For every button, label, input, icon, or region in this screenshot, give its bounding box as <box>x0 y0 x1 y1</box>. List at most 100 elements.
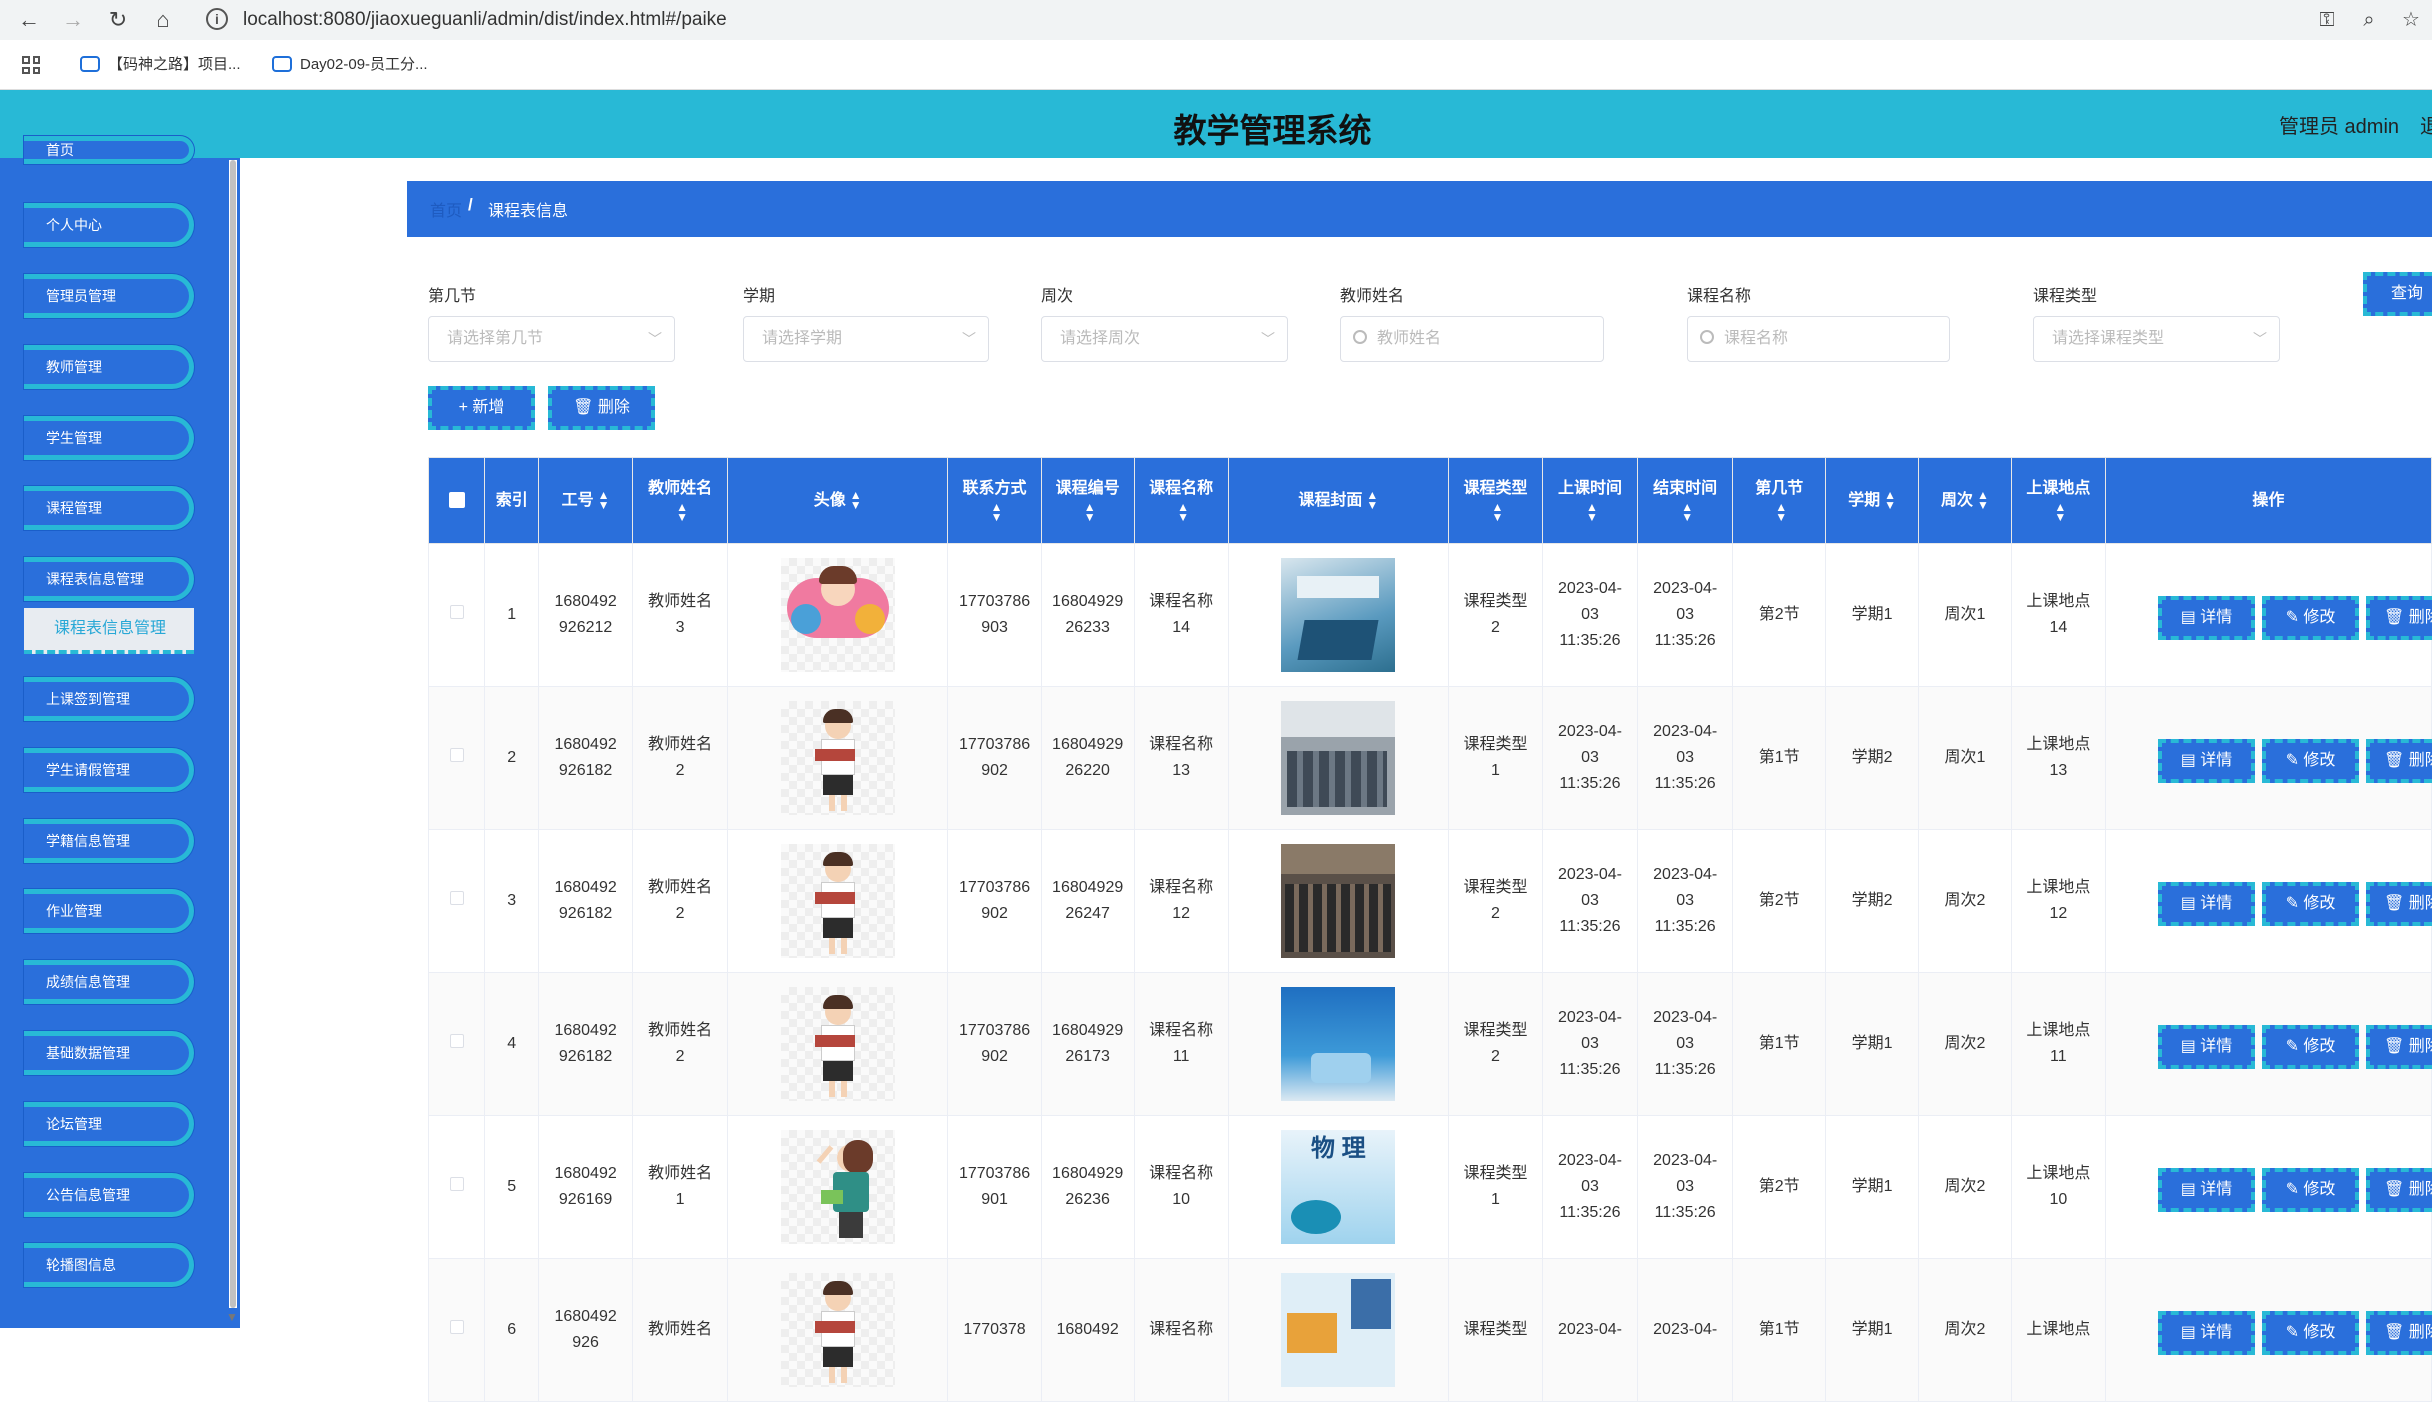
col-start[interactable]: 上课时间 ▲ ▼ <box>1541 457 1639 544</box>
info-icon[interactable]: i <box>206 8 228 30</box>
table-row[interactable]: 3 1680492926182 教师姓名2 17703786902 1680492926… <box>427 829 2432 973</box>
sidebar-item-forum[interactable]: 论坛管理 <box>24 1102 194 1146</box>
course-cover-image[interactable] <box>1281 701 1396 815</box>
sidebar-item-profile[interactable]: 个人中心 <box>24 203 194 247</box>
course-name-input[interactable]: 课程名称 <box>1687 316 1950 362</box>
avatar[interactable] <box>780 558 895 672</box>
course-type-select[interactable]: 请选择课程类型 ﹀ <box>2033 316 2280 362</box>
reload-icon[interactable]: ↻ <box>103 5 133 35</box>
url-text[interactable]: localhost:8080/jiaoxueguanli/admin/dist/… <box>243 6 727 34</box>
sidebar-item-signin[interactable]: 上课签到管理 <box>24 677 194 721</box>
sidebar-item-students[interactable]: 学生管理 <box>24 416 194 460</box>
avatar[interactable] <box>780 987 895 1101</box>
sort-icon[interactable]: ▲ ▼ <box>991 501 1003 523</box>
edit-button[interactable]: ✎ 修改 <box>2262 1025 2359 1069</box>
col-term[interactable]: 学期 ▲ ▼ <box>1825 457 1920 544</box>
row-delete-button[interactable]: 🗑 删除 <box>2366 739 2432 783</box>
detail-button[interactable]: ▤ 详情 <box>2158 739 2255 783</box>
row-checkbox[interactable] <box>449 1320 464 1334</box>
sidebar-item-schedule[interactable]: 课程表信息管理 <box>24 557 194 601</box>
query-button[interactable]: 查询 <box>2363 272 2432 316</box>
avatar[interactable] <box>780 701 895 815</box>
col-end[interactable]: 结束时间 ▲ ▼ <box>1637 457 1734 544</box>
avatar[interactable] <box>780 1273 895 1387</box>
sidebar-item-carousel[interactable]: 轮播图信息 <box>24 1243 194 1287</box>
sort-icon[interactable]: ▲ ▼ <box>1775 501 1787 523</box>
home-icon[interactable]: ⌂ <box>148 5 178 35</box>
sort-icon[interactable]: ▲ ▼ <box>1884 489 1896 511</box>
edit-button[interactable]: ✎ 修改 <box>2262 882 2359 926</box>
breadcrumb-home[interactable]: 首页 <box>430 197 462 221</box>
sort-icon[interactable]: ▲ ▼ <box>1681 501 1693 523</box>
add-button[interactable]: + 新增 <box>428 386 535 430</box>
sidebar-item-teachers[interactable]: 教师管理 <box>24 345 194 389</box>
sort-icon[interactable]: ▲ ▼ <box>850 489 862 511</box>
sort-icon[interactable]: ▲ ▼ <box>598 489 610 511</box>
col-jie[interactable]: 第几节 ▲ ▼ <box>1732 457 1827 544</box>
forward-icon[interactable]: → <box>58 5 88 35</box>
edit-button[interactable]: ✎ 修改 <box>2262 739 2359 783</box>
col-cover[interactable]: 课程封面 ▲ ▼ <box>1227 457 1450 544</box>
sort-icon[interactable]: ▲ ▼ <box>1492 501 1504 523</box>
delete-button[interactable]: 🗑 删除 <box>548 386 655 430</box>
key-icon[interactable]: ⚿ <box>2312 5 2342 35</box>
row-checkbox[interactable] <box>449 605 464 619</box>
table-row[interactable]: 1 1680492926212 教师姓名3 17703786903 1680492926… <box>427 543 2432 687</box>
sidebar-item-basedata[interactable]: 基础数据管理 <box>24 1031 194 1075</box>
sidebar-item-grades[interactable]: 成绩信息管理 <box>24 960 194 1004</box>
bookmark-1[interactable]: 【码神之路】项目... <box>80 52 241 78</box>
col-phone[interactable]: 联系方式 ▲ ▼ <box>947 457 1042 544</box>
detail-button[interactable]: ▤ 详情 <box>2158 1311 2255 1355</box>
sidebar-item-enrollment[interactable]: 学籍信息管理 <box>24 819 194 863</box>
col-code[interactable]: 课程编号 ▲ ▼ <box>1040 457 1135 544</box>
avatar[interactable] <box>780 1130 895 1244</box>
term-select[interactable]: 请选择学期 ﹀ <box>743 316 989 362</box>
col-place[interactable]: 上课地点 ▲ ▼ <box>2010 457 2106 544</box>
detail-button[interactable]: ▤ 详情 <box>2158 1025 2255 1069</box>
course-cover-image[interactable]: 物 理 <box>1281 1130 1396 1244</box>
scroll-down-icon[interactable]: ▼ <box>226 1310 238 1324</box>
table-row[interactable]: 6 1680492926 教师姓名 1770378 1680492 课程名称 课程类型 202… <box>427 1258 2432 1402</box>
row-checkbox[interactable] <box>449 1034 464 1048</box>
detail-button[interactable]: ▤ 详情 <box>2158 1168 2255 1212</box>
row-checkbox[interactable] <box>449 748 464 762</box>
course-cover-image[interactable] <box>1281 558 1396 672</box>
course-cover-image[interactable] <box>1281 1273 1396 1387</box>
back-icon[interactable]: ← <box>14 5 44 35</box>
sidebar-item-admins[interactable]: 管理员管理 <box>24 274 194 318</box>
row-delete-button[interactable]: 🗑 删除 <box>2366 1025 2432 1069</box>
edit-button[interactable]: ✎ 修改 <box>2262 1168 2359 1212</box>
section-select[interactable]: 请选择第几节 ﹀ <box>428 316 675 362</box>
course-cover-image[interactable] <box>1281 987 1396 1101</box>
col-name[interactable]: 课程名称 ▲ ▼ <box>1133 457 1229 544</box>
col-type[interactable]: 课程类型 ▲ ▼ <box>1448 457 1543 544</box>
sort-icon[interactable]: ▲ ▼ <box>676 501 688 523</box>
apps-icon[interactable] <box>22 56 40 74</box>
col-teacher[interactable]: 教师姓名 ▲ ▼ <box>632 457 728 544</box>
row-checkbox[interactable] <box>449 1177 464 1191</box>
sort-icon[interactable]: ▲ ▼ <box>1177 501 1189 523</box>
zoom-icon[interactable]: ⌕ <box>2354 5 2384 35</box>
sidebar-item-courses[interactable]: 课程管理 <box>24 486 194 530</box>
teacher-name-input[interactable]: 教师姓名 <box>1340 316 1604 362</box>
sort-icon[interactable]: ▲ ▼ <box>1084 501 1096 523</box>
row-delete-button[interactable]: 🗑 删除 <box>2366 596 2432 640</box>
sidebar-item-home[interactable]: 首页 <box>24 136 194 164</box>
table-row[interactable]: 5 1680492926169 教师姓名1 17703786901 1680492926… <box>427 1115 2432 1259</box>
table-row[interactable]: 2 1680492926182 教师姓名2 17703786902 1680492926… <box>427 686 2432 830</box>
table-row[interactable]: 4 1680492926182 教师姓名2 17703786902 1680492926… <box>427 972 2432 1116</box>
row-delete-button[interactable]: 🗑 删除 <box>2366 882 2432 926</box>
sidebar-item-leave[interactable]: 学生请假管理 <box>24 748 194 792</box>
bookmark-2[interactable]: Day02-09-员工分... <box>272 52 428 78</box>
edit-button[interactable]: ✎ 修改 <box>2262 1311 2359 1355</box>
col-week[interactable]: 周次 ▲ ▼ <box>1918 457 2012 544</box>
sidebar-subitem-schedule[interactable]: 课程表信息管理 <box>24 608 194 654</box>
sort-icon[interactable]: ▲ ▼ <box>1366 489 1378 511</box>
row-delete-button[interactable]: 🗑 删除 <box>2366 1168 2432 1212</box>
sort-icon[interactable]: ▲ ▼ <box>2054 501 2066 523</box>
col-gonghao[interactable]: 工号 ▲ ▼ <box>537 457 634 544</box>
sidebar-item-notices[interactable]: 公告信息管理 <box>24 1173 194 1217</box>
edit-button[interactable]: ✎ 修改 <box>2262 596 2359 640</box>
sort-icon[interactable]: ▲ ▼ <box>1977 489 1989 511</box>
sort-icon[interactable]: ▲ ▼ <box>1586 501 1598 523</box>
